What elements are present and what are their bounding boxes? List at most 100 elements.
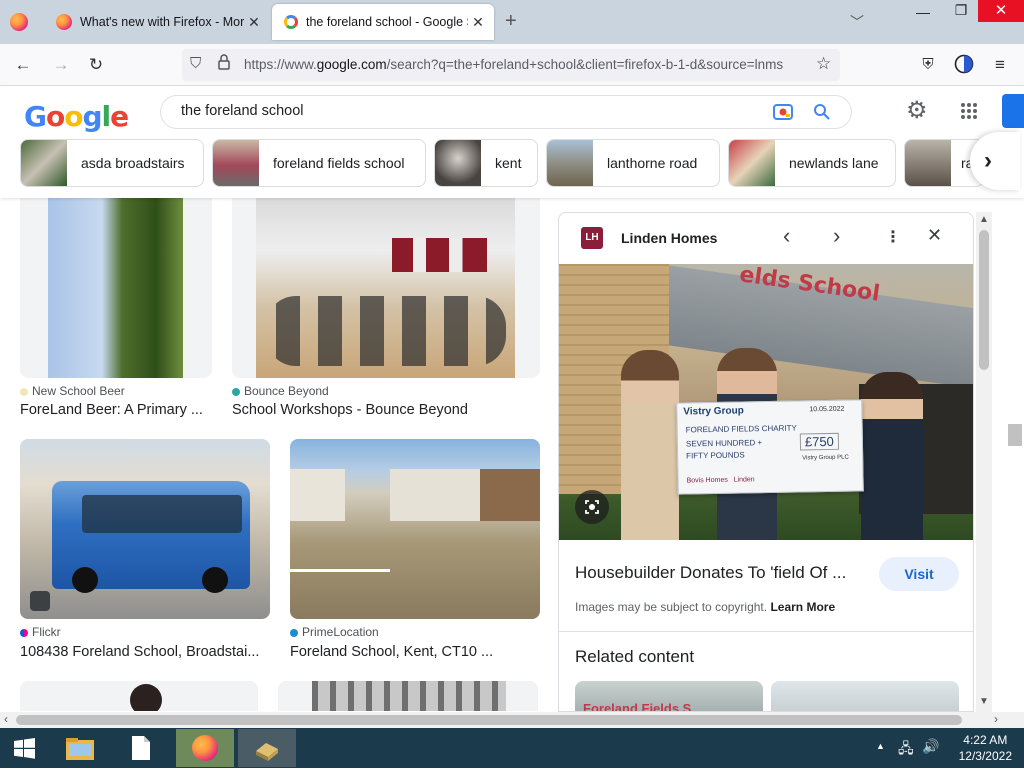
reload-button[interactable]: ↻ — [85, 54, 107, 76]
result-source[interactable]: Flickr — [20, 625, 61, 639]
scroll-left-arrow[interactable]: ‹ — [4, 712, 8, 726]
account-icon[interactable] — [953, 54, 975, 76]
source-site-name[interactable]: Linden Homes — [621, 230, 717, 246]
chip-thumbnail — [213, 140, 259, 186]
scroll-up-arrow[interactable]: ▲ — [979, 214, 989, 225]
url-bar[interactable]: ⛉ https://www.google.com/search?q=the+fo… — [182, 49, 840, 81]
result-card-bounce-beyond[interactable]: Bounce Beyond School Workshops - Bounce … — [232, 196, 540, 426]
show-hidden-icons[interactable]: ▲ — [876, 741, 885, 751]
image-gallery-icon[interactable] — [30, 591, 50, 611]
visit-button[interactable]: Visit — [879, 557, 959, 591]
scroll-right-arrow[interactable]: › — [994, 712, 998, 726]
chip-label: newlands lane — [789, 155, 879, 171]
settings-gear-icon[interactable]: ⚙ — [906, 96, 928, 125]
result-image[interactable] — [20, 439, 270, 619]
file-explorer-icon[interactable] — [60, 730, 100, 766]
buildings-photo — [290, 469, 540, 521]
url-scheme: https://www. — [244, 57, 317, 72]
horizontal-scrollbar[interactable]: ‹ › — [0, 712, 1024, 728]
logo-letter: l — [101, 100, 112, 133]
result-image[interactable] — [232, 196, 540, 378]
pocket-icon[interactable]: ⛨ — [917, 54, 939, 76]
apps-grid-icon[interactable] — [960, 102, 978, 120]
more-options-icon[interactable]: ⋮ — [885, 227, 901, 247]
donation-cheque: Vistry Group 10.05.2022 FORELAND FIELDS … — [676, 399, 864, 495]
chip-label: asda broadstairs — [81, 155, 185, 171]
search-input[interactable] — [181, 103, 741, 119]
result-card-primelocation[interactable]: PrimeLocation Foreland School, Kent, CT1… — [290, 439, 540, 669]
forward-button[interactable]: → — [50, 54, 72, 76]
camera-lens-icon[interactable] — [773, 103, 793, 121]
hamburger-menu-icon[interactable]: ≡ — [989, 54, 1011, 76]
system-clock[interactable]: 4:22 AM 12/3/2022 — [959, 732, 1012, 764]
close-panel-button[interactable]: ✕ — [927, 225, 942, 246]
vertical-scrollbar[interactable]: ▲ ▼ — [976, 212, 992, 712]
result-image[interactable] — [278, 681, 538, 711]
page-scrollbar-thumb[interactable] — [1008, 424, 1022, 446]
firefox-menu-icon[interactable] — [10, 13, 28, 31]
firefox-taskbar-icon[interactable] — [176, 729, 234, 767]
tab-google-search[interactable]: the foreland school - Google Se ✕ — [272, 4, 494, 40]
close-window-button[interactable]: ✕ — [978, 0, 1024, 22]
learn-more-link[interactable]: Learn More — [770, 600, 835, 614]
source-name: New School Beer — [32, 384, 125, 398]
result-caption[interactable]: ForeLand Beer: A Primary ... — [20, 402, 212, 418]
account-button[interactable] — [1002, 94, 1024, 128]
google-header: Google ⚙ asda broadstairs foreland field… — [0, 86, 1024, 198]
result-image[interactable] — [20, 196, 212, 378]
minimize-button[interactable]: — — [908, 4, 938, 24]
result-source[interactable]: PrimeLocation — [290, 625, 379, 639]
result-image[interactable] — [290, 439, 540, 619]
notepad-icon[interactable] — [120, 730, 160, 766]
bookmark-star-icon[interactable]: ☆ — [816, 54, 831, 74]
app-taskbar-icon[interactable] — [238, 729, 296, 767]
previous-image-button[interactable]: ‹ — [783, 223, 790, 249]
logo-letter: g — [82, 100, 102, 133]
result-caption[interactable]: Foreland School, Kent, CT10 ... — [290, 644, 520, 660]
new-tab-button[interactable]: + — [505, 10, 517, 33]
cheque-words: SEVEN HUNDRED + — [685, 438, 763, 449]
url-text[interactable]: https://www.google.com/search?q=the+fore… — [244, 57, 814, 72]
scroll-down-arrow[interactable]: ▼ — [979, 696, 989, 707]
chip-lanthorne-road[interactable]: lanthorne road — [546, 139, 720, 187]
tab-firefox-whats-new[interactable]: What's new with Firefox - More ✕ — [44, 0, 270, 44]
chips-next-button[interactable]: › — [970, 132, 1020, 190]
horizontal-scrollbar-thumb[interactable] — [16, 715, 962, 725]
back-button[interactable]: ← — [12, 54, 34, 76]
search-box — [160, 95, 852, 129]
result-card-partial-2[interactable] — [278, 681, 538, 711]
source-favicon — [20, 628, 28, 637]
network-icon[interactable]: 🖧 — [898, 738, 914, 762]
close-tab-icon[interactable]: ✕ — [468, 14, 488, 31]
chip-foreland-fields-school[interactable]: foreland fields school — [212, 139, 426, 187]
volume-icon[interactable]: 🔊 — [922, 738, 939, 755]
result-card-flickr[interactable]: Flickr 108438 Foreland School, Broadstai… — [20, 439, 270, 669]
result-card-partial-1[interactable] — [20, 681, 258, 711]
result-source[interactable]: Bounce Beyond — [232, 384, 329, 398]
result-caption[interactable]: 108438 Foreland School, Broadstai... — [20, 644, 264, 660]
google-icon — [284, 15, 298, 29]
result-card-new-school-beer[interactable]: New School Beer ForeLand Beer: A Primary… — [20, 196, 212, 426]
result-image[interactable] — [20, 681, 258, 711]
preview-title[interactable]: Housebuilder Donates To 'field Of ... — [575, 563, 846, 583]
list-tabs-icon[interactable]: ﹀ — [850, 12, 864, 32]
lock-icon[interactable] — [218, 54, 230, 70]
preview-image[interactable]: elds School Vistry Group 10.05.2022 FORE… — [559, 264, 973, 540]
chip-asda-broadstairs[interactable]: asda broadstairs — [20, 139, 204, 187]
restore-button[interactable]: ❐ — [946, 2, 976, 22]
shield-icon[interactable]: ⛉ — [190, 55, 201, 72]
related-thumbnail[interactable] — [771, 681, 959, 711]
clock-time: 4:22 AM — [963, 733, 1008, 747]
result-source[interactable]: New School Beer — [20, 384, 125, 398]
close-tab-icon[interactable]: ✕ — [244, 14, 264, 31]
search-icon[interactable] — [813, 103, 831, 121]
result-caption[interactable]: School Workshops - Bounce Beyond — [232, 402, 532, 418]
google-logo[interactable]: Google — [24, 100, 129, 133]
related-thumbnail[interactable]: Foreland Fields S — [575, 681, 763, 711]
next-image-button[interactable]: › — [833, 223, 840, 249]
windows-start-icon[interactable] — [4, 730, 44, 766]
scrollbar-thumb[interactable] — [979, 230, 989, 370]
chip-kent[interactable]: kent — [434, 139, 538, 187]
chip-newlands-lane[interactable]: newlands lane — [728, 139, 896, 187]
lens-search-icon[interactable] — [575, 490, 609, 524]
